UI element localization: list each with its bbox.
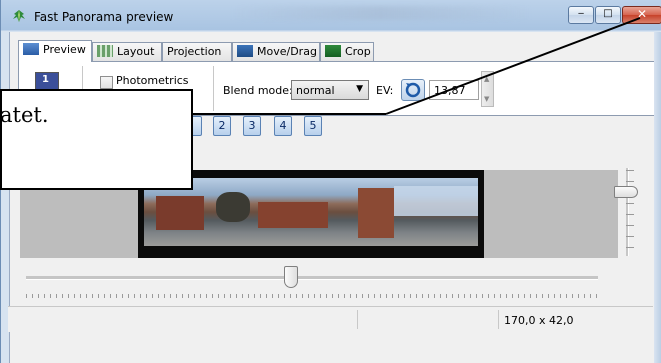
blend-mode-select[interactable]: normal ▼ (291, 80, 369, 100)
panorama-sky (394, 186, 478, 216)
app-logo-icon (13, 10, 25, 22)
image-button-label: 5 (309, 119, 317, 132)
ev-label: EV: (376, 84, 394, 97)
tab-projection-label: Projection (167, 45, 222, 58)
gl-preview-icon (23, 43, 39, 55)
image-3-button[interactable]: 3 (243, 116, 261, 136)
image-button-label: 3 (248, 119, 256, 132)
panorama-tree (216, 192, 250, 222)
dropdown-arrow-icon: ▼ (356, 84, 363, 94)
tab-crop[interactable]: Crop (320, 42, 374, 61)
crop-icon (325, 45, 341, 57)
tab-preview[interactable]: Preview (18, 40, 92, 62)
spin-up-icon[interactable]: ▲ (484, 75, 489, 83)
blend-mode-label: Blend mode: (223, 84, 293, 97)
status-bar: 170,0 x 42,0 (8, 306, 653, 332)
tab-move-drag-label: Move/Drag (257, 45, 317, 58)
title-blur (231, 6, 531, 20)
ev-spinner[interactable]: ▲ ▼ (481, 71, 494, 107)
tab-projection[interactable]: Projection (162, 42, 232, 61)
tab-layout[interactable]: Layout (92, 42, 162, 61)
auto-ev-button[interactable] (401, 79, 425, 101)
status-separator (357, 310, 358, 329)
tab-layout-label: Layout (117, 45, 155, 58)
panorama-building (358, 188, 394, 238)
divider (213, 66, 214, 111)
maximize-icon: □ (603, 8, 613, 19)
image-1-label: 1 (42, 74, 49, 85)
annotation-text: atet. (0, 103, 49, 127)
vertical-slider-thumb[interactable] (614, 186, 638, 198)
blend-mode-value: normal (296, 84, 335, 97)
photometrics-checkbox[interactable] (100, 76, 113, 89)
image-button-label: 4 (279, 119, 287, 132)
close-icon: ✕ (636, 7, 648, 21)
horizontal-slider-ticks (26, 294, 598, 298)
panorama-building (156, 196, 204, 230)
window-frame-right (654, 32, 661, 363)
image-5-button[interactable]: 5 (304, 116, 322, 136)
maximize-button[interactable]: □ (595, 6, 621, 24)
window-title: Fast Panorama preview (34, 10, 174, 24)
panorama-building (258, 202, 328, 228)
layout-icon (97, 45, 113, 57)
title-bar[interactable]: Fast Panorama preview ‒ □ ✕ (1, 0, 661, 32)
tab-preview-label: Preview (43, 43, 86, 56)
vertical-slider-ticks (626, 170, 634, 258)
image-2-button[interactable]: 2 (213, 116, 231, 136)
reset-ev-icon (405, 82, 421, 98)
horizontal-slider-track[interactable] (26, 276, 598, 280)
canvas-size-readout: 170,0 x 42,0 (504, 314, 574, 327)
move-drag-icon (237, 45, 253, 57)
minimize-button[interactable]: ‒ (568, 6, 594, 24)
annotation-callout-box: atet. (0, 89, 193, 190)
ev-value-field[interactable]: 13,87 (429, 80, 479, 100)
image-button-label: 2 (218, 119, 226, 132)
tab-move-drag[interactable]: Move/Drag (232, 42, 320, 61)
spin-down-icon[interactable]: ▼ (484, 95, 489, 103)
minimize-icon: ‒ (577, 8, 585, 19)
ev-value: 13,87 (434, 84, 466, 97)
photometrics-label: Photometrics (116, 74, 189, 87)
panorama-photo (144, 178, 478, 246)
tab-crop-label: Crop (345, 45, 371, 58)
close-button[interactable]: ✕ (622, 6, 661, 24)
horizontal-slider-thumb[interactable] (284, 266, 298, 288)
image-4-button[interactable]: 4 (274, 116, 292, 136)
status-separator (498, 310, 499, 329)
